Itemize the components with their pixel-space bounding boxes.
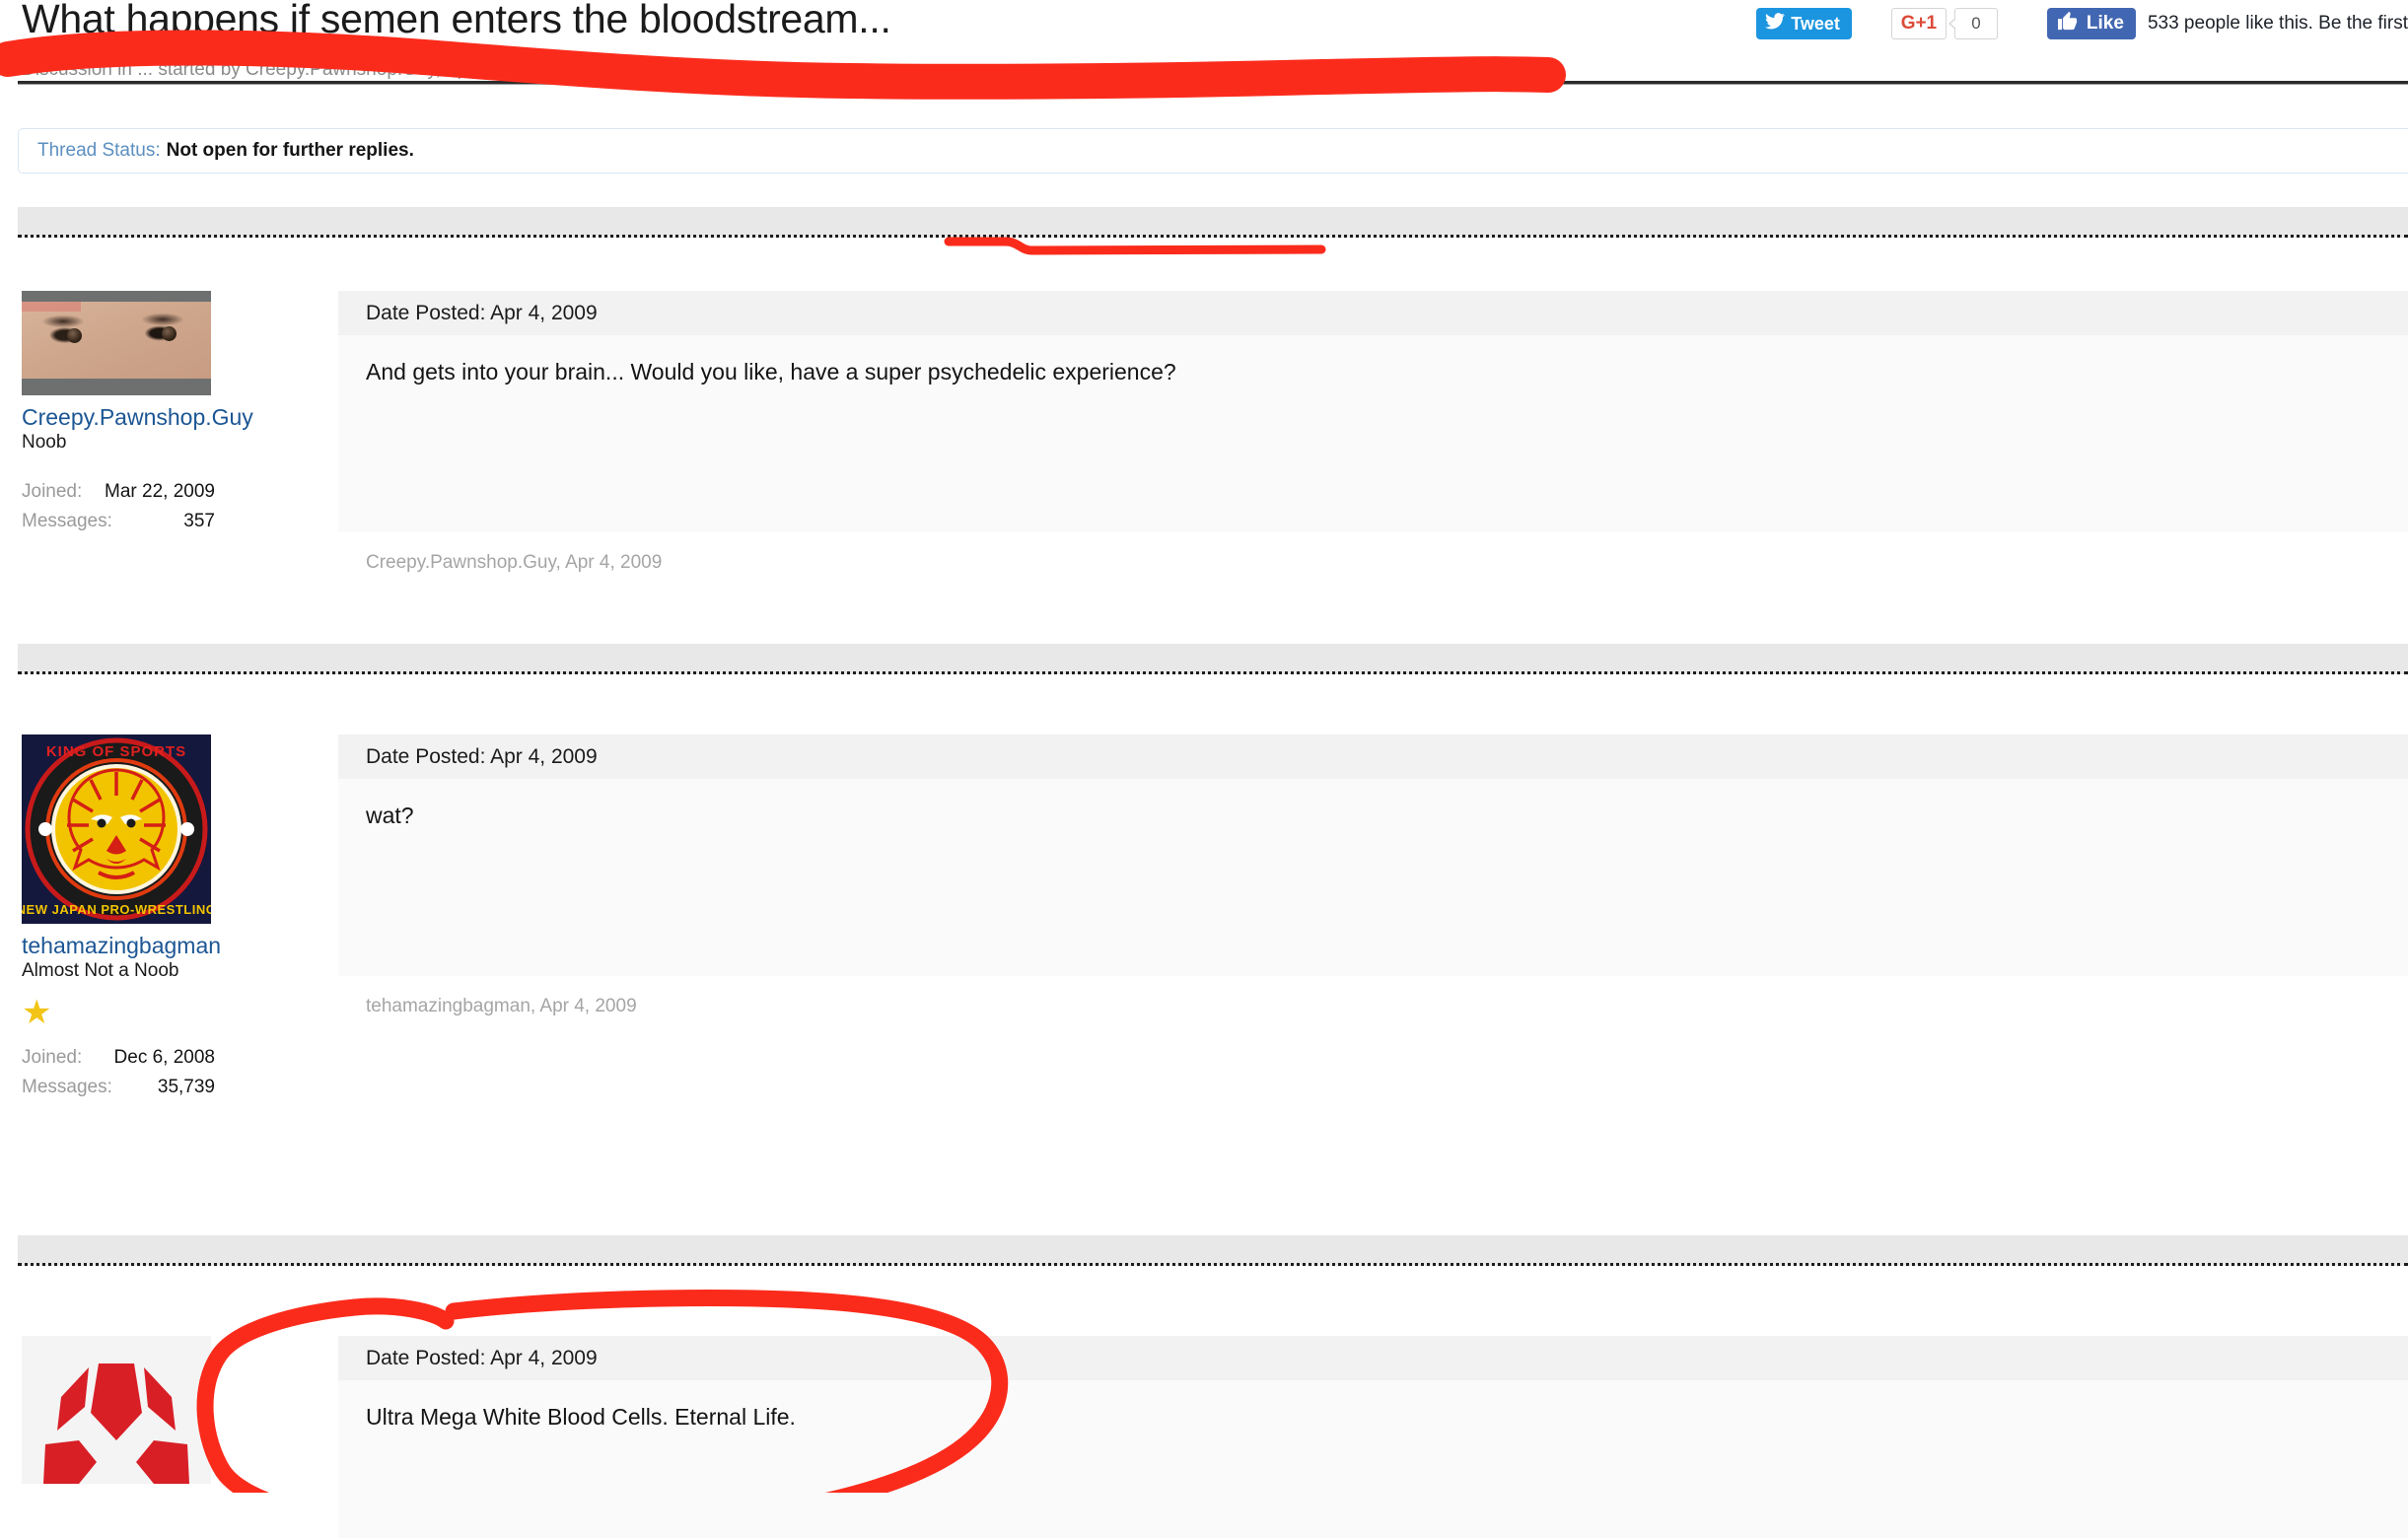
- post-attribution-footer: Creepy.Pawnshop.Guy, Apr 4, 2009: [366, 552, 663, 573]
- post-attribution-footer: tehamazingbagman, Apr 4, 2009: [366, 996, 637, 1016]
- svg-text:KING OF SPORTS: KING OF SPORTS: [46, 743, 186, 760]
- joined-value: Dec 6, 2008: [113, 1047, 215, 1069]
- annotation-underline: [944, 237, 1326, 255]
- facebook-social-context: 533 people like this. Be the first: [2147, 13, 2408, 34]
- post-author-username[interactable]: tehamazingbagman: [22, 933, 221, 958]
- njpw-lion-logo-avatar[interactable]: KING OF SPORTS NEW JAPAN PRO-WRESTLING: [22, 734, 211, 924]
- messages-label: Messages:: [22, 1076, 112, 1097]
- post-message-text: wat?: [338, 779, 2408, 976]
- google-plus-share: G+1 0: [1890, 8, 1998, 39]
- author-joined-row: Joined: Mar 22, 2009: [22, 477, 215, 506]
- face-photo-avatar[interactable]: [22, 291, 211, 395]
- svg-text:NEW JAPAN PRO-WRESTLING: NEW JAPAN PRO-WRESTLING: [22, 902, 211, 917]
- post-date-header: Date Posted: Apr 4, 2009: [338, 734, 2408, 779]
- post-message-text: And gets into your brain... Would you li…: [338, 335, 2408, 532]
- post-author-title: Almost Not a Noob: [22, 960, 179, 982]
- header-divider: [18, 81, 2408, 85]
- gplus-one-button[interactable]: G+1: [1890, 8, 1947, 39]
- joined-label: Joined:: [22, 1047, 83, 1069]
- messages-value: 357: [183, 510, 215, 531]
- messages-value: 35,739: [157, 1076, 215, 1097]
- gplus-count-label: 0: [1971, 14, 1981, 33]
- like-button-label: Like: [2086, 13, 2124, 34]
- post-separator-band: [18, 207, 2408, 238]
- gplus-icon-label: G+1: [1900, 13, 1938, 34]
- post-content-block: Date Posted: Apr 4, 2009 Ultra Mega Whit…: [338, 1336, 2408, 1538]
- author-messages-row: Messages: 357: [22, 507, 215, 535]
- post-author-username[interactable]: Creepy.Pawnshop.Guy: [22, 404, 253, 430]
- post-author-block: [22, 1336, 215, 1502]
- tweet-button-label: Tweet: [1791, 13, 1840, 34]
- thread-status-notice: Thread Status: Not open for further repl…: [18, 128, 2408, 174]
- post-author-block: Creepy.Pawnshop.Guy Noob Joined: Mar 22,…: [22, 291, 253, 535]
- post-date-header: Date Posted: Apr 4, 2009: [338, 1336, 2408, 1380]
- author-messages-row: Messages: 35,739: [22, 1073, 215, 1101]
- post-separator-band: [18, 1235, 2408, 1266]
- joined-value: Mar 22, 2009: [105, 481, 215, 503]
- star-badge-icon: ★: [22, 994, 52, 1032]
- messages-label: Messages:: [22, 510, 112, 531]
- thread-status-label: Thread Status:: [37, 140, 161, 161]
- gplus-count-bubble[interactable]: 0: [1948, 8, 1998, 39]
- twitter-bird-icon: [1765, 13, 1791, 35]
- tweet-button[interactable]: Tweet: [1756, 8, 1852, 39]
- social-share-bar: Tweet G+1 0 Like 533 people like this. B…: [1756, 4, 2408, 43]
- joined-label: Joined:: [22, 481, 83, 503]
- post-author-block: KING OF SPORTS NEW JAPAN PRO-WRESTLING t…: [22, 734, 221, 1101]
- page-title: What happens if semen enters the bloodst…: [22, 0, 891, 41]
- post-author-title: Noob: [22, 432, 67, 454]
- post-date-header: Date Posted: Apr 4, 2009: [338, 291, 2408, 335]
- red-polygon-logo-avatar[interactable]: [22, 1336, 211, 1493]
- facebook-like-button[interactable]: Like: [2046, 8, 2136, 39]
- thread-status-value: Not open for further replies.: [166, 140, 414, 161]
- post-message-text: Ultra Mega White Blood Cells. Eternal Li…: [338, 1380, 2408, 1538]
- post-content-block: Date Posted: Apr 4, 2009 wat? tehamazing…: [338, 734, 2408, 1017]
- author-joined-row: Joined: Dec 6, 2008: [22, 1043, 215, 1072]
- post-separator-band: [18, 644, 2408, 674]
- thread-subtitle: Discussion in ... started by Creepy.Pawn…: [22, 59, 547, 80]
- thumbs-up-icon: [2057, 11, 2087, 36]
- post-content-block: Date Posted: Apr 4, 2009 And gets into y…: [338, 291, 2408, 574]
- thread-header: What happens if semen enters the bloodst…: [0, 0, 2408, 87]
